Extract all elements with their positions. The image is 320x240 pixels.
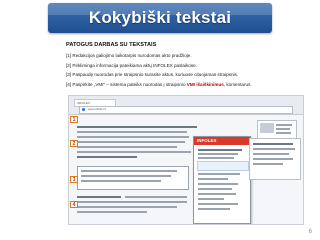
step-3: [3] Paspaudę nuorodas prie straipsnio su… bbox=[66, 72, 316, 82]
popup-line bbox=[198, 208, 230, 210]
doc-line bbox=[77, 201, 187, 203]
step-2: [2] Pirkliminga informacija pateikiama a… bbox=[66, 63, 316, 73]
doc-line bbox=[81, 170, 177, 172]
doc-line bbox=[77, 196, 121, 198]
step-4-highlight: VMI išaiškinimus bbox=[186, 81, 224, 87]
popup-header: INFOLEX bbox=[194, 137, 250, 145]
address-text: www.infolex.lt bbox=[88, 107, 107, 111]
step-4-number: [4] bbox=[66, 81, 72, 87]
panel-line bbox=[253, 153, 289, 155]
doc-line bbox=[77, 146, 177, 148]
browser-toolbar: INFOLEX www.infolex.lt bbox=[69, 96, 303, 115]
callout-badge-2: 2 bbox=[70, 140, 78, 147]
doc-line bbox=[77, 136, 189, 138]
popup-line bbox=[198, 188, 232, 190]
browser-tab-label: INFOLEX bbox=[77, 101, 90, 105]
doc-line bbox=[81, 175, 171, 177]
thumbnail-image bbox=[260, 123, 274, 133]
callout-badge-3: 3 bbox=[70, 176, 78, 183]
step-3-number: [3] bbox=[66, 72, 72, 77]
popup-line bbox=[198, 178, 228, 180]
panel-line bbox=[253, 158, 293, 160]
address-bar[interactable]: www.infolex.lt bbox=[79, 106, 293, 114]
side-info-panel bbox=[249, 138, 301, 180]
popup-line bbox=[198, 157, 234, 159]
doc-line bbox=[77, 156, 137, 158]
step-1-number: [1] bbox=[66, 53, 72, 58]
example-screenshot: INFOLEX www.infolex.lt INFOLEX 1 2 3 4 bbox=[68, 95, 304, 225]
slide: Kokybiški tekstai PATOGUS DARBAS SU TEKS… bbox=[0, 0, 320, 240]
panel-line bbox=[253, 163, 283, 165]
step-4: [4] Paspirkite „VMI“ – sistema pateiks n… bbox=[66, 82, 316, 92]
popup-line bbox=[198, 149, 242, 151]
site-icon bbox=[82, 108, 85, 111]
page-number: 6 bbox=[308, 229, 312, 235]
popup-line bbox=[198, 203, 238, 205]
step-2-text: Pirkliminga informacija pateikiama aktų … bbox=[72, 62, 197, 68]
doc-line bbox=[125, 196, 187, 198]
step-1: [1] Redakcijos galiojimo laikotarpis nur… bbox=[66, 53, 316, 63]
doc-line bbox=[77, 131, 187, 133]
steps-list: [1] Redakcijos galiojimo laikotarpis nur… bbox=[66, 53, 316, 91]
title-banner: Kokybiški tekstai bbox=[48, 3, 272, 33]
panel-line bbox=[253, 143, 293, 145]
callout-badge-4: 4 bbox=[70, 201, 78, 208]
popup-line bbox=[198, 183, 238, 185]
step-1-text: Redakcijos galiojimo laikotarpis nurodom… bbox=[72, 53, 192, 58]
doc-line bbox=[77, 211, 147, 213]
doc-line bbox=[77, 141, 185, 143]
doc-line bbox=[77, 151, 191, 153]
popup-line bbox=[198, 193, 236, 195]
thumb-line bbox=[276, 132, 291, 134]
reference-popup[interactable]: INFOLEX bbox=[193, 136, 251, 224]
step-4-text-after: , komentarus. bbox=[223, 81, 252, 87]
thumb-line bbox=[276, 128, 290, 130]
doc-line bbox=[77, 206, 177, 208]
popup-line bbox=[198, 173, 240, 175]
section-heading: PATOGUS DARBAS SU TEKSTAIS bbox=[66, 42, 157, 48]
step-3-text: Paspaudę nuorodas prie straipsnio surasi… bbox=[72, 72, 239, 77]
doc-line bbox=[77, 126, 197, 128]
popup-selected-item[interactable] bbox=[197, 161, 249, 171]
step-4-text-before: Paspirkite „VMI“ – sistema pateiks nuoro… bbox=[72, 81, 186, 87]
popup-brand: INFOLEX bbox=[197, 138, 217, 143]
callout-badge-1: 1 bbox=[70, 116, 78, 123]
panel-line bbox=[253, 148, 295, 150]
doc-line bbox=[81, 180, 161, 182]
popup-line bbox=[198, 153, 238, 155]
title-glow bbox=[48, 3, 272, 15]
step-2-number: [2] bbox=[66, 62, 72, 68]
popup-line bbox=[198, 198, 224, 200]
thumb-line bbox=[276, 124, 292, 126]
